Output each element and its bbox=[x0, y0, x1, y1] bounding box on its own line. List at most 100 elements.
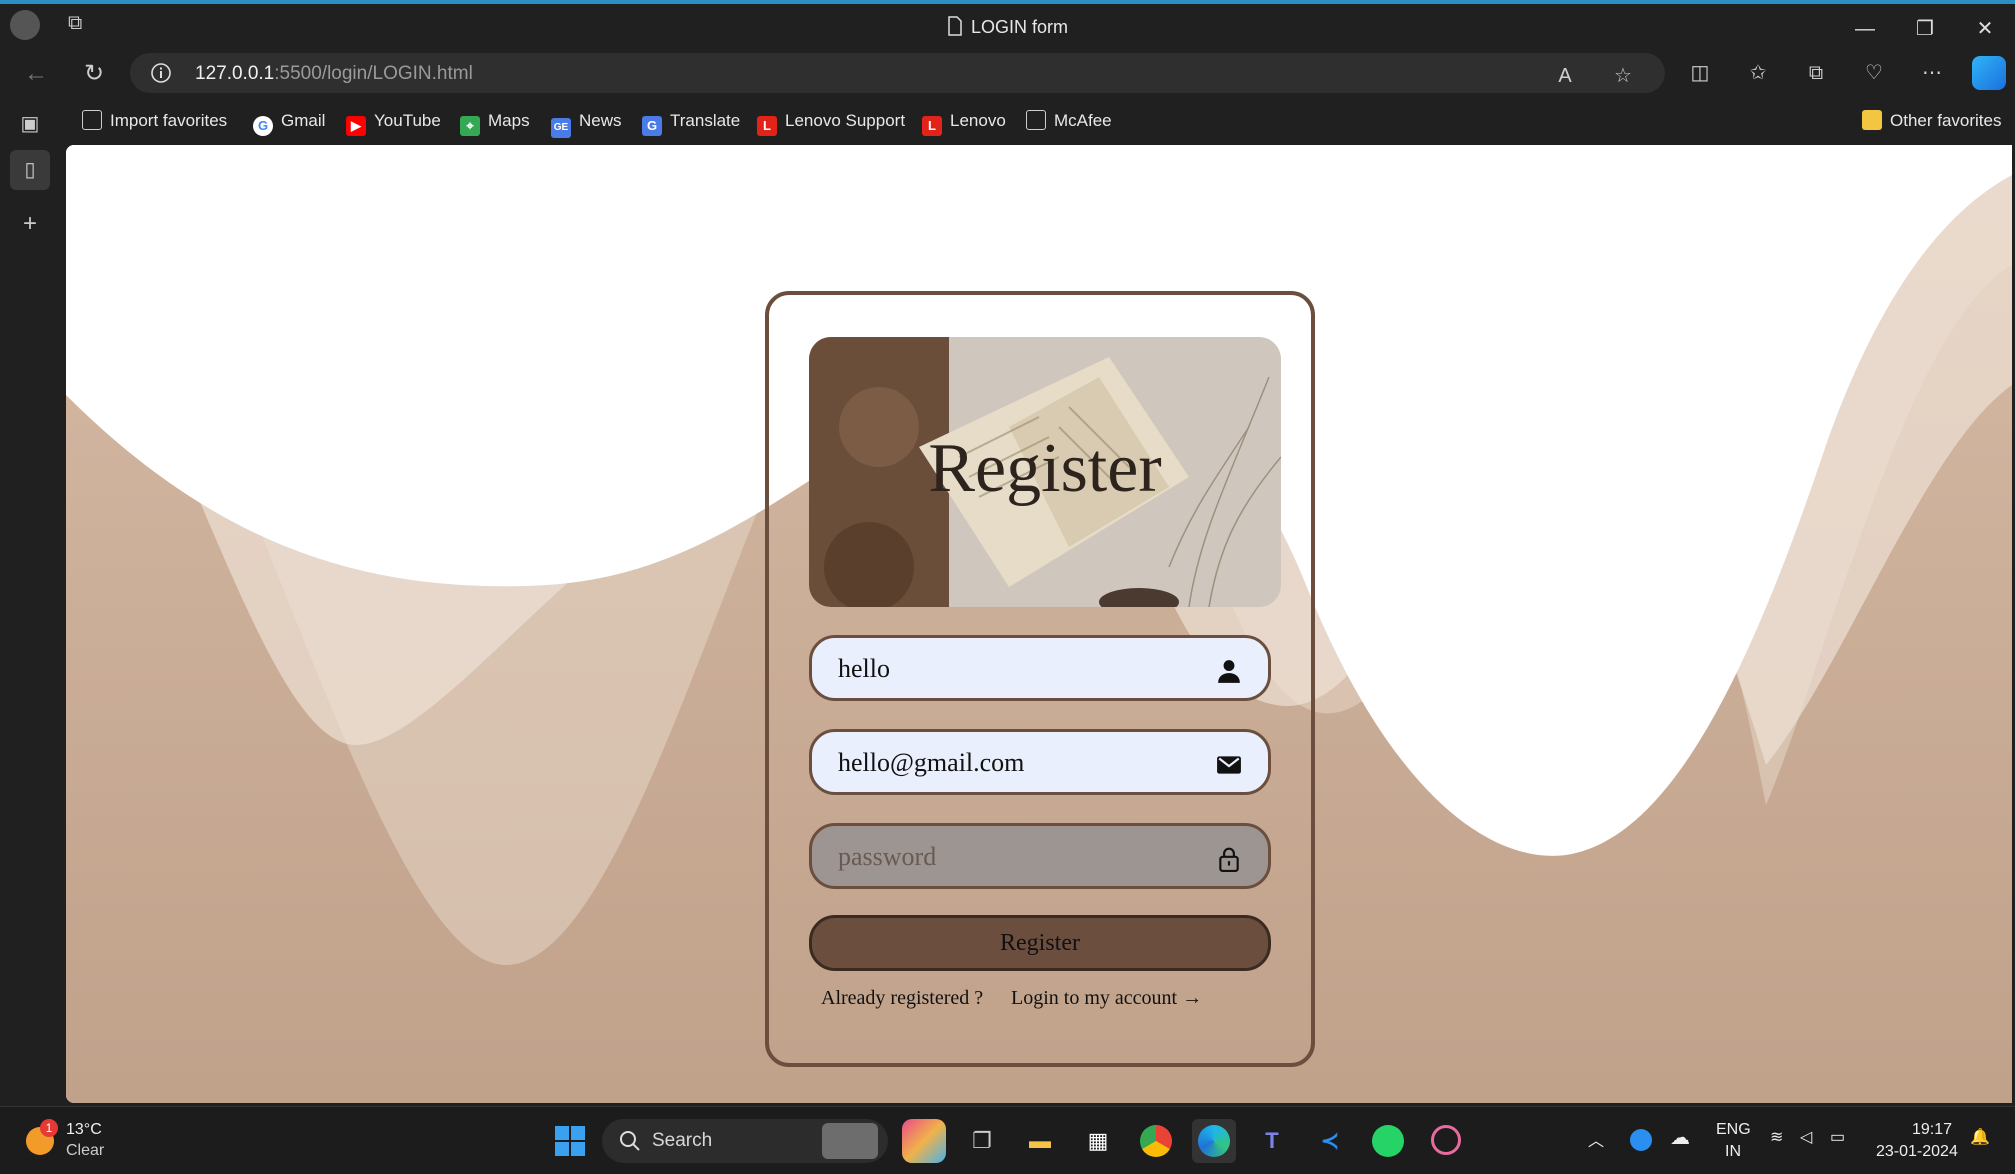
title-bar: ⧉ LOGIN form — ❐ ✕ bbox=[0, 0, 2015, 50]
hero-banner: Register bbox=[809, 337, 1281, 607]
password-placeholder: password bbox=[838, 842, 937, 871]
fav-lenovo[interactable]: L Lenovo bbox=[922, 108, 1006, 136]
fav-label: Gmail bbox=[281, 111, 326, 130]
favorites-bar: Import favorites G Gmail ▶ YouTube ⌖ Maps G… bbox=[60, 100, 2015, 142]
register-heading: Register bbox=[928, 430, 1162, 507]
search-label: Search bbox=[652, 1130, 713, 1151]
lang-top[interactable]: ENG bbox=[1716, 1121, 1751, 1139]
update-icon[interactable] bbox=[1630, 1129, 1652, 1151]
fav-label: Lenovo Support bbox=[785, 111, 906, 130]
envelope-icon bbox=[1217, 756, 1241, 774]
onedrive-icon[interactable]: ☁ bbox=[1670, 1125, 1690, 1150]
windows-icon bbox=[555, 1126, 585, 1156]
google-icon: G bbox=[253, 116, 273, 136]
fav-label: McAfee bbox=[1054, 111, 1112, 130]
login-link[interactable]: Login to my account → bbox=[1011, 987, 1202, 1010]
read-aloud-icon[interactable]: A bbox=[1550, 61, 1580, 91]
search-highlight-image bbox=[822, 1123, 878, 1159]
media-player-icon[interactable] bbox=[1424, 1119, 1468, 1163]
lenovo-icon: L bbox=[757, 116, 777, 136]
window-title-text: LOGIN form bbox=[970, 17, 1068, 37]
split-screen-icon[interactable]: ◫ bbox=[1685, 58, 1715, 88]
fav-label: Lenovo bbox=[950, 111, 1006, 130]
other-favorites[interactable]: Other favorites bbox=[1862, 108, 2002, 134]
active-tab-icon[interactable]: ▯ bbox=[10, 150, 50, 190]
battery-icon[interactable]: ▭ bbox=[1830, 1127, 1845, 1147]
vertical-tabs-sidebar: ▣ ▯ + bbox=[0, 96, 60, 1106]
username-field[interactable]: hello bbox=[809, 635, 1271, 701]
page-viewport: Register hello hello@gmail.com password … bbox=[66, 145, 2012, 1103]
fav-gmail[interactable]: G Gmail bbox=[253, 108, 326, 136]
fav-label: YouTube bbox=[374, 111, 441, 130]
email-value: hello@gmail.com bbox=[838, 748, 1025, 777]
chrome-icon[interactable] bbox=[1134, 1119, 1178, 1163]
more-options-icon[interactable]: ⋯ bbox=[1917, 58, 1947, 88]
fav-label: Import favorites bbox=[110, 111, 228, 130]
teams-icon[interactable]: T bbox=[1250, 1119, 1294, 1163]
favorite-star-icon[interactable]: ☆ bbox=[1608, 61, 1638, 91]
maps-icon: ⌖ bbox=[460, 116, 480, 136]
page-icon bbox=[948, 16, 962, 36]
weather-badge: 1 bbox=[40, 1119, 58, 1137]
refresh-button[interactable]: ↻ bbox=[76, 56, 112, 92]
clock-time[interactable]: 19:17 bbox=[1912, 1121, 1952, 1139]
taskbar: 1 13°C Clear Search ❐ ▬ ▦ T ≺ ︿ ☁ ENG IN… bbox=[0, 1106, 2015, 1174]
vscode-icon[interactable]: ≺ bbox=[1308, 1119, 1352, 1163]
lenovo-icon: L bbox=[922, 116, 942, 136]
copilot-icon[interactable] bbox=[1972, 56, 2006, 90]
youtube-icon: ▶ bbox=[346, 116, 366, 136]
wifi-icon[interactable]: ≋ bbox=[1770, 1127, 1783, 1147]
window-title: LOGIN form bbox=[0, 16, 2015, 38]
fav-news[interactable]: GE News bbox=[551, 108, 622, 138]
copilot-app-icon[interactable] bbox=[902, 1119, 946, 1163]
back-button[interactable]: ← bbox=[18, 56, 54, 92]
other-favorites-label: Other favorites bbox=[1890, 111, 2002, 130]
fav-translate[interactable]: G Translate bbox=[642, 108, 740, 136]
notifications-icon[interactable]: 🔔 bbox=[1970, 1127, 1990, 1147]
store-icon[interactable]: ▦ bbox=[1076, 1119, 1120, 1163]
weather-widget[interactable]: 1 bbox=[22, 1119, 62, 1159]
lang-bottom[interactable]: IN bbox=[1725, 1143, 1741, 1161]
start-button[interactable] bbox=[548, 1119, 592, 1163]
url-path: :5500/login/LOGIN.html bbox=[274, 63, 473, 84]
browser-essentials-icon[interactable]: ♡ bbox=[1859, 58, 1889, 88]
fav-label: Maps bbox=[488, 111, 530, 130]
page-icon bbox=[1026, 110, 1046, 130]
register-card: Register hello hello@gmail.com password … bbox=[765, 291, 1315, 1067]
search-icon bbox=[620, 1131, 640, 1151]
translate-icon: G bbox=[642, 116, 662, 136]
minimize-button[interactable]: — bbox=[1845, 12, 1885, 46]
register-button[interactable]: Register bbox=[809, 915, 1271, 971]
import-icon bbox=[82, 110, 102, 130]
fav-import-favorites[interactable]: Import favorites bbox=[82, 108, 227, 134]
address-row: ← ↻ 127.0.0.1:5500/login/LOGIN.html A ☆ … bbox=[0, 50, 2015, 96]
whatsapp-icon[interactable] bbox=[1366, 1119, 1410, 1163]
show-hidden-icons-icon[interactable]: ︿ bbox=[1588, 1127, 1604, 1151]
weather-temp: 13°C bbox=[66, 1121, 102, 1138]
file-explorer-icon[interactable]: ▬ bbox=[1018, 1119, 1062, 1163]
url-text: 127.0.0.1:5500/login/LOGIN.html bbox=[195, 63, 473, 85]
fav-maps[interactable]: ⌖ Maps bbox=[460, 108, 530, 136]
fav-lenovo-support[interactable]: L Lenovo Support bbox=[757, 108, 906, 136]
clock-date[interactable]: 23-01-2024 bbox=[1876, 1143, 1958, 1161]
edge-icon[interactable] bbox=[1192, 1119, 1236, 1163]
task-view-icon[interactable]: ❐ bbox=[960, 1119, 1004, 1163]
password-field[interactable]: password bbox=[809, 823, 1271, 889]
restore-button[interactable]: ❐ bbox=[1905, 12, 1945, 46]
fav-mcafee[interactable]: McAfee bbox=[1026, 108, 1112, 134]
weather-desc: Clear bbox=[66, 1142, 105, 1159]
close-button[interactable]: ✕ bbox=[1965, 12, 2005, 46]
username-value: hello bbox=[838, 654, 890, 683]
collections-icon[interactable]: ⧉ bbox=[1801, 58, 1831, 88]
url-host: 127.0.0.1 bbox=[195, 63, 275, 84]
favorites-icon[interactable]: ✩ bbox=[1743, 58, 1773, 88]
volume-icon[interactable]: ◁ bbox=[1800, 1127, 1812, 1147]
email-field[interactable]: hello@gmail.com bbox=[809, 729, 1271, 795]
fav-label: News bbox=[579, 111, 622, 130]
taskbar-search[interactable]: Search bbox=[602, 1119, 888, 1163]
tab-actions-icon[interactable]: ▣ bbox=[10, 104, 50, 144]
address-bar[interactable]: 127.0.0.1:5500/login/LOGIN.html A ☆ bbox=[130, 53, 1665, 93]
fav-youtube[interactable]: ▶ YouTube bbox=[346, 108, 441, 136]
new-tab-icon[interactable]: + bbox=[10, 204, 50, 244]
info-icon[interactable] bbox=[150, 62, 172, 84]
